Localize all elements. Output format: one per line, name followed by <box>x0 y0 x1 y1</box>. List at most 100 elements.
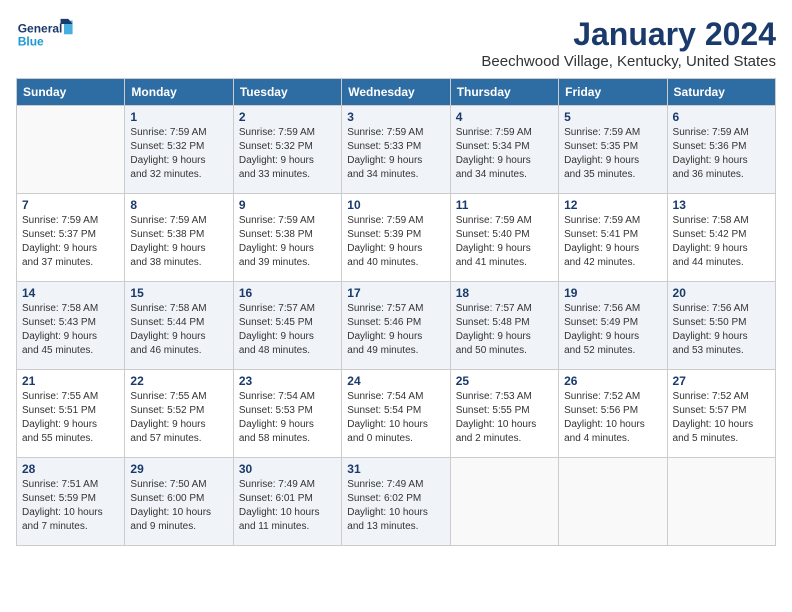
day-number: 4 <box>456 110 553 124</box>
day-info: Sunrise: 7:57 AMSunset: 5:46 PMDaylight:… <box>347 302 444 358</box>
day-info: Sunrise: 7:58 AMSunset: 5:43 PMDaylight:… <box>22 302 119 358</box>
day-number: 5 <box>564 110 661 124</box>
day-info: Sunrise: 7:59 AMSunset: 5:35 PMDaylight:… <box>564 126 661 182</box>
day-header-thursday: Thursday <box>450 79 558 106</box>
day-number: 7 <box>22 198 119 212</box>
logo: General Blue <box>16 16 76 61</box>
day-info: Sunrise: 7:53 AMSunset: 5:55 PMDaylight:… <box>456 390 553 446</box>
calendar-cell: 12 Sunrise: 7:59 AMSunset: 5:41 PMDayligh… <box>559 194 667 282</box>
calendar-cell: 29 Sunrise: 7:50 AMSunset: 6:00 PMDayligh… <box>125 458 233 546</box>
calendar-cell: 6 Sunrise: 7:59 AMSunset: 5:36 PMDaylight… <box>667 106 775 194</box>
day-info: Sunrise: 7:51 AMSunset: 5:59 PMDaylight:… <box>22 478 119 534</box>
day-number: 12 <box>564 198 661 212</box>
day-number: 6 <box>673 110 770 124</box>
day-number: 22 <box>130 374 227 388</box>
calendar-cell: 1 Sunrise: 7:59 AMSunset: 5:32 PMDaylight… <box>125 106 233 194</box>
calendar-cell: 5 Sunrise: 7:59 AMSunset: 5:35 PMDaylight… <box>559 106 667 194</box>
calendar-table: SundayMondayTuesdayWednesdayThursdayFrid… <box>16 78 776 546</box>
calendar-week-4: 21 Sunrise: 7:55 AMSunset: 5:51 PMDayligh… <box>17 370 776 458</box>
calendar-cell: 8Sunrise: 7:59 AMSunset: 5:38 PMDaylight… <box>125 194 233 282</box>
calendar-cell <box>559 458 667 546</box>
day-info: Sunrise: 7:50 AMSunset: 6:00 PMDaylight:… <box>130 478 227 534</box>
calendar-cell: 22 Sunrise: 7:55 AMSunset: 5:52 PMDayligh… <box>125 370 233 458</box>
calendar-cell: 30 Sunrise: 7:49 AMSunset: 6:01 PMDayligh… <box>233 458 341 546</box>
day-info: Sunrise: 7:59 AMSunset: 5:39 PMDaylight:… <box>347 214 444 270</box>
day-number: 23 <box>239 374 336 388</box>
day-info: Sunrise: 7:56 AMSunset: 5:49 PMDaylight:… <box>564 302 661 358</box>
day-info: Sunrise: 7:52 AMSunset: 5:56 PMDaylight:… <box>564 390 661 446</box>
day-number: 31 <box>347 462 444 476</box>
calendar-cell: 2 Sunrise: 7:59 AMSunset: 5:32 PMDaylight… <box>233 106 341 194</box>
calendar-week-3: 14 Sunrise: 7:58 AMSunset: 5:43 PMDayligh… <box>17 282 776 370</box>
calendar-cell: 27 Sunrise: 7:52 AMSunset: 5:57 PMDayligh… <box>667 370 775 458</box>
calendar-cell: 7Sunrise: 7:59 AMSunset: 5:37 PMDaylight… <box>17 194 125 282</box>
day-number: 2 <box>239 110 336 124</box>
calendar-cell: 10 Sunrise: 7:59 AMSunset: 5:39 PMDayligh… <box>342 194 450 282</box>
calendar-cell: 20Sunrise: 7:56 AMSunset: 5:50 PMDayligh… <box>667 282 775 370</box>
day-number: 11 <box>456 198 553 212</box>
day-number: 10 <box>347 198 444 212</box>
day-number: 19 <box>564 286 661 300</box>
title-area: January 2024 Beechwood Village, Kentucky… <box>481 16 776 70</box>
day-info: Sunrise: 7:59 AMSunset: 5:41 PMDaylight:… <box>564 214 661 270</box>
calendar-cell: 9 Sunrise: 7:59 AMSunset: 5:38 PMDaylight… <box>233 194 341 282</box>
day-number: 24 <box>347 374 444 388</box>
month-title: January 2024 <box>481 16 776 53</box>
calendar-cell: 25Sunrise: 7:53 AMSunset: 5:55 PMDayligh… <box>450 370 558 458</box>
day-info: Sunrise: 7:55 AMSunset: 5:51 PMDaylight:… <box>22 390 119 446</box>
calendar-cell: 15 Sunrise: 7:58 AMSunset: 5:44 PMDayligh… <box>125 282 233 370</box>
day-number: 3 <box>347 110 444 124</box>
day-number: 30 <box>239 462 336 476</box>
day-info: Sunrise: 7:58 AMSunset: 5:44 PMDaylight:… <box>130 302 227 358</box>
calendar-cell: 17Sunrise: 7:57 AMSunset: 5:46 PMDayligh… <box>342 282 450 370</box>
day-info: Sunrise: 7:55 AMSunset: 5:52 PMDaylight:… <box>130 390 227 446</box>
day-info: Sunrise: 7:52 AMSunset: 5:57 PMDaylight:… <box>673 390 770 446</box>
calendar-cell: 23 Sunrise: 7:54 AMSunset: 5:53 PMDayligh… <box>233 370 341 458</box>
day-info: Sunrise: 7:49 AMSunset: 6:02 PMDaylight:… <box>347 478 444 534</box>
calendar-cell: 26Sunrise: 7:52 AMSunset: 5:56 PMDayligh… <box>559 370 667 458</box>
day-number: 15 <box>130 286 227 300</box>
calendar-week-5: 28 Sunrise: 7:51 AMSunset: 5:59 PMDayligh… <box>17 458 776 546</box>
page-header: General Blue January 2024 Beechwood Vill… <box>16 16 776 70</box>
day-info: Sunrise: 7:59 AMSunset: 5:33 PMDaylight:… <box>347 126 444 182</box>
day-info: Sunrise: 7:58 AMSunset: 5:42 PMDaylight:… <box>673 214 770 270</box>
svg-text:Blue: Blue <box>18 34 44 48</box>
calendar-cell: 28 Sunrise: 7:51 AMSunset: 5:59 PMDayligh… <box>17 458 125 546</box>
day-header-tuesday: Tuesday <box>233 79 341 106</box>
day-info: Sunrise: 7:59 AMSunset: 5:36 PMDaylight:… <box>673 126 770 182</box>
day-number: 1 <box>130 110 227 124</box>
day-number: 16 <box>239 286 336 300</box>
logo-svg: General Blue <box>16 16 76 56</box>
day-number: 27 <box>673 374 770 388</box>
day-header-saturday: Saturday <box>667 79 775 106</box>
day-header-sunday: Sunday <box>17 79 125 106</box>
calendar-cell: 11 Sunrise: 7:59 AMSunset: 5:40 PMDayligh… <box>450 194 558 282</box>
location-subtitle: Beechwood Village, Kentucky, United Stat… <box>481 53 776 70</box>
day-info: Sunrise: 7:54 AMSunset: 5:53 PMDaylight:… <box>239 390 336 446</box>
calendar-cell: 21 Sunrise: 7:55 AMSunset: 5:51 PMDayligh… <box>17 370 125 458</box>
day-info: Sunrise: 7:49 AMSunset: 6:01 PMDaylight:… <box>239 478 336 534</box>
calendar-cell: 4 Sunrise: 7:59 AMSunset: 5:34 PMDaylight… <box>450 106 558 194</box>
calendar-week-2: 7Sunrise: 7:59 AMSunset: 5:37 PMDaylight… <box>17 194 776 282</box>
day-info: Sunrise: 7:57 AMSunset: 5:48 PMDaylight:… <box>456 302 553 358</box>
day-number: 18 <box>456 286 553 300</box>
day-info: Sunrise: 7:59 AMSunset: 5:32 PMDaylight:… <box>130 126 227 182</box>
day-header-monday: Monday <box>125 79 233 106</box>
day-number: 20 <box>673 286 770 300</box>
day-number: 29 <box>130 462 227 476</box>
calendar-cell: 24Sunrise: 7:54 AMSunset: 5:54 PMDayligh… <box>342 370 450 458</box>
day-number: 21 <box>22 374 119 388</box>
calendar-header-row: SundayMondayTuesdayWednesdayThursdayFrid… <box>17 79 776 106</box>
day-number: 28 <box>22 462 119 476</box>
day-number: 9 <box>239 198 336 212</box>
day-info: Sunrise: 7:59 AMSunset: 5:38 PMDaylight:… <box>239 214 336 270</box>
calendar-cell: 31 Sunrise: 7:49 AMSunset: 6:02 PMDayligh… <box>342 458 450 546</box>
calendar-cell <box>667 458 775 546</box>
calendar-cell: 19 Sunrise: 7:56 AMSunset: 5:49 PMDayligh… <box>559 282 667 370</box>
day-info: Sunrise: 7:59 AMSunset: 5:32 PMDaylight:… <box>239 126 336 182</box>
calendar-cell: 3 Sunrise: 7:59 AMSunset: 5:33 PMDaylight… <box>342 106 450 194</box>
day-number: 14 <box>22 286 119 300</box>
calendar-cell: 14 Sunrise: 7:58 AMSunset: 5:43 PMDayligh… <box>17 282 125 370</box>
day-info: Sunrise: 7:59 AMSunset: 5:34 PMDaylight:… <box>456 126 553 182</box>
day-info: Sunrise: 7:59 AMSunset: 5:40 PMDaylight:… <box>456 214 553 270</box>
